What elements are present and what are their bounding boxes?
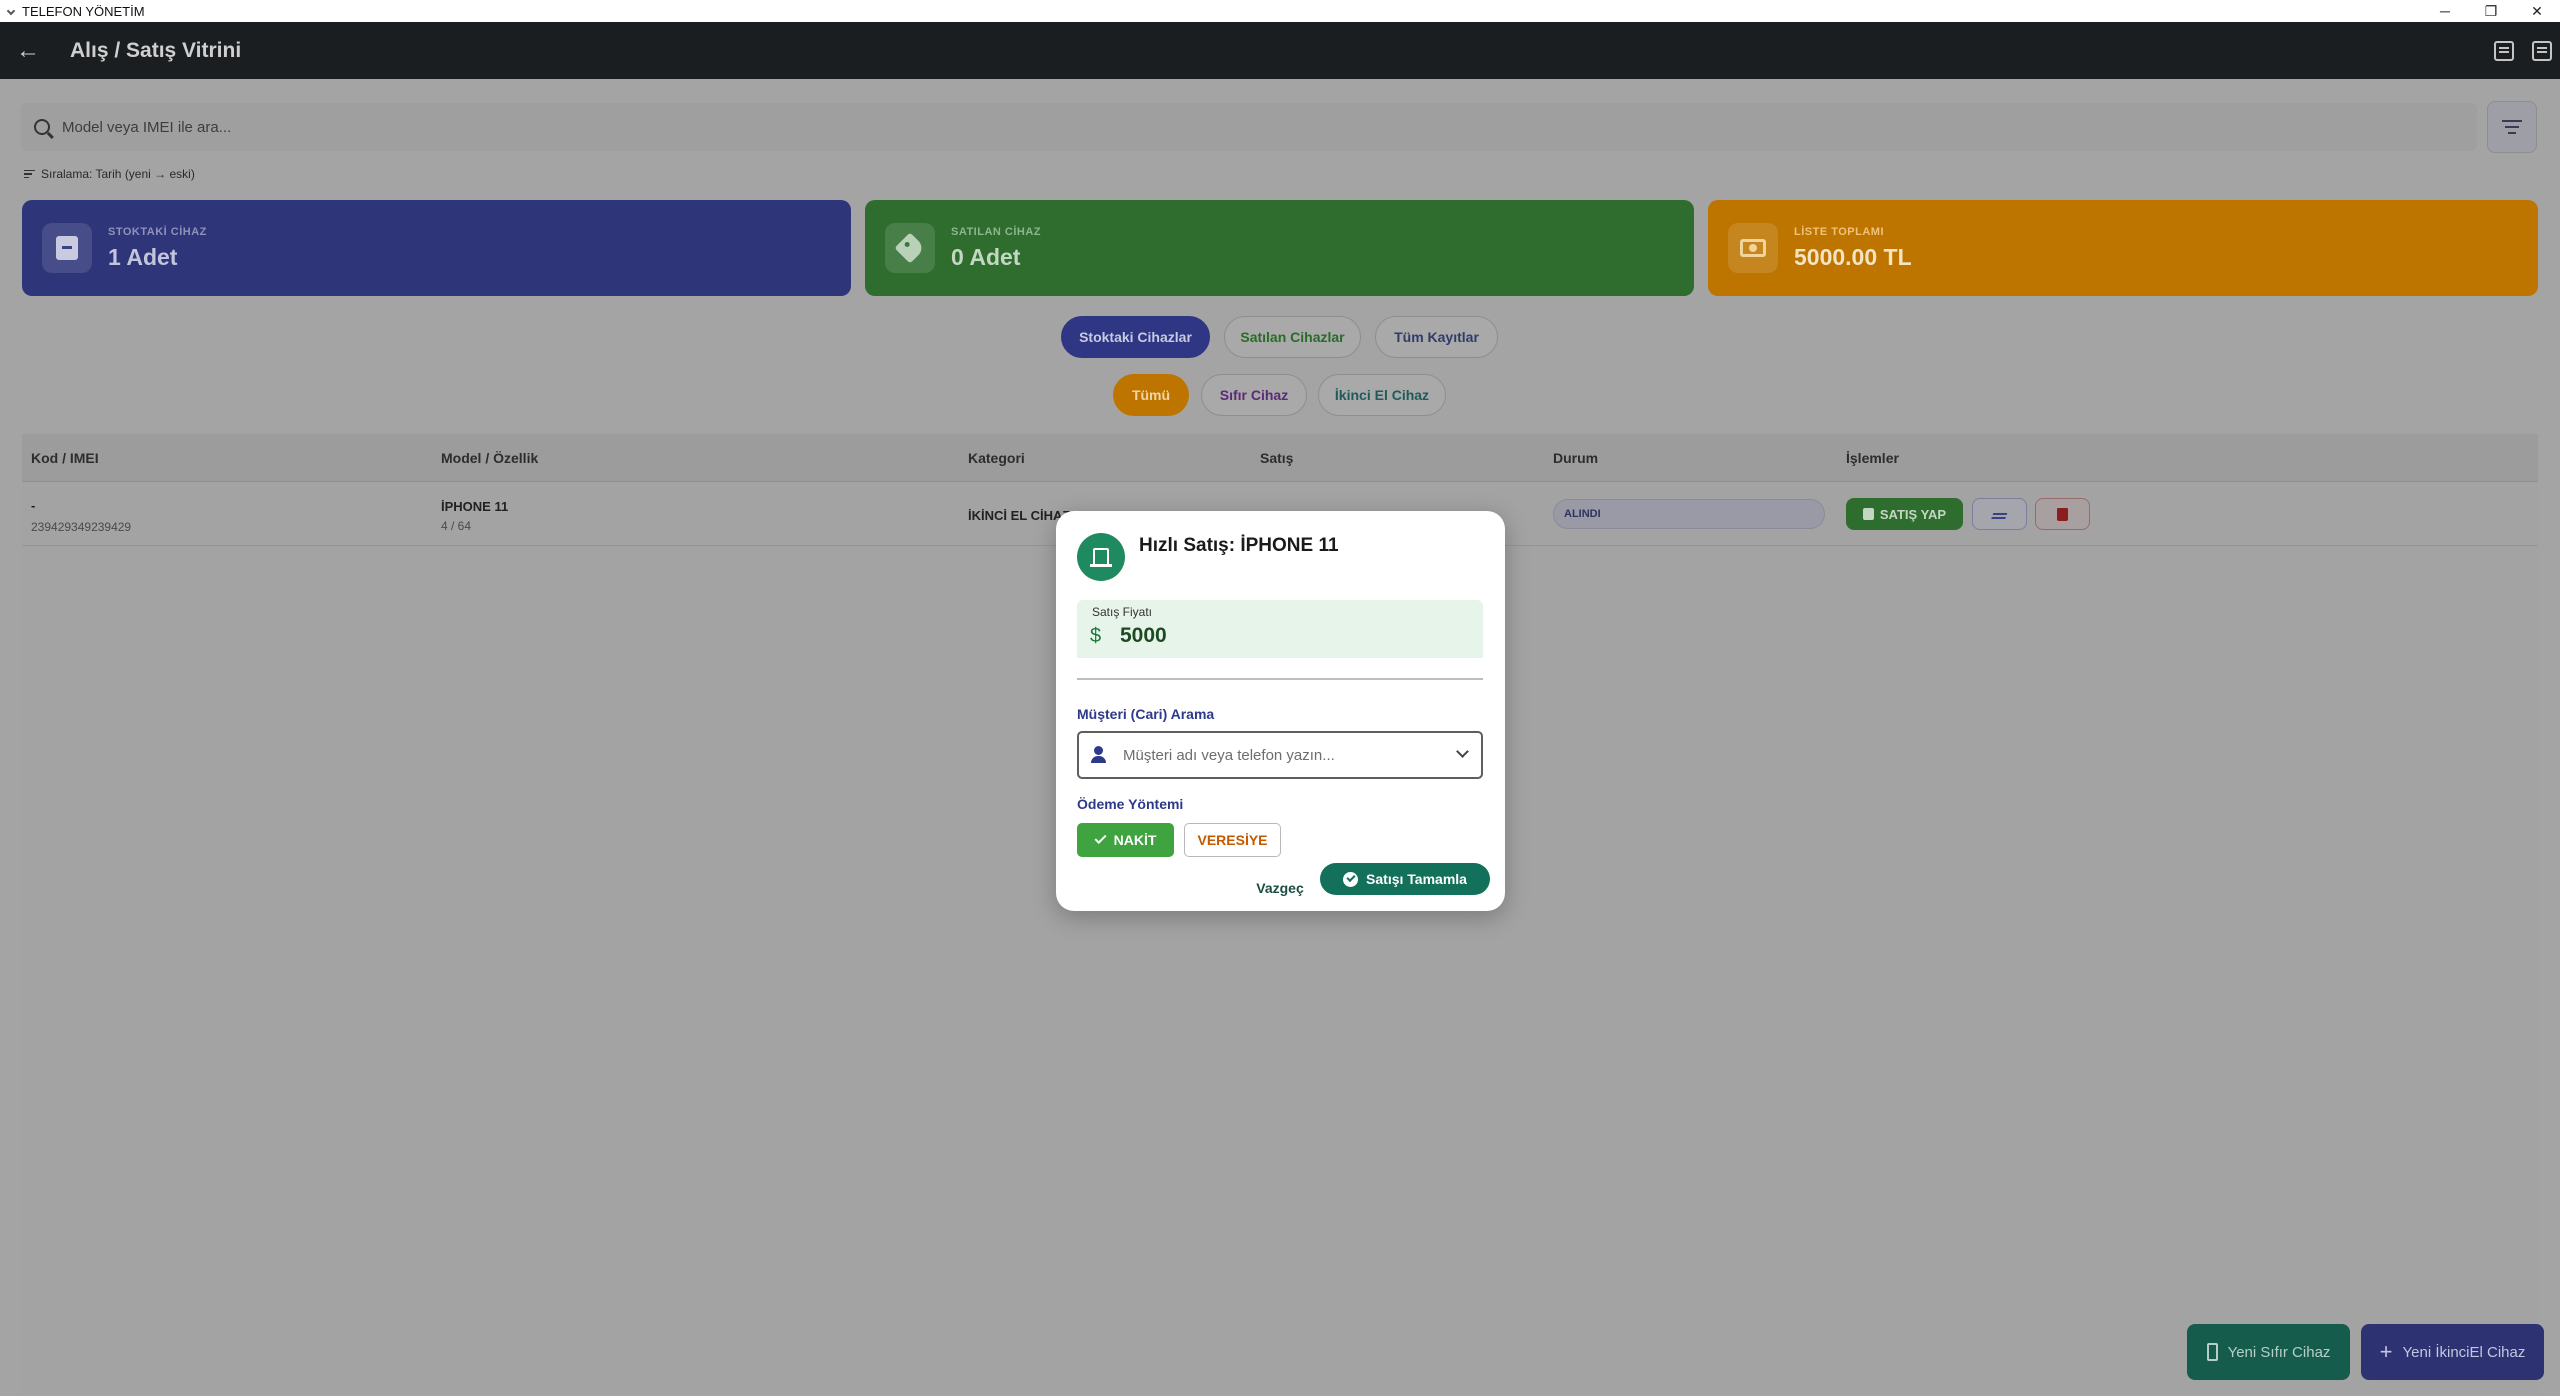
delete-button[interactable] xyxy=(2035,498,2090,530)
complete-sale-button[interactable]: Satışı Tamamla xyxy=(1320,863,1490,895)
edit-icon xyxy=(1992,513,2007,515)
chip-sold-devices[interactable]: Satılan Cihazlar xyxy=(1224,316,1361,358)
stat-label: STOKTAKİ CİHAZ xyxy=(108,225,207,238)
price-label: Satış Fiyatı xyxy=(1092,605,1153,619)
window-controls: ─ ❐ ✕ xyxy=(2422,0,2560,22)
table-header: Kod / IMEI Model / Özellik Kategori Satı… xyxy=(22,434,2538,482)
price-field[interactable]: Satış Fiyatı $ 5000 xyxy=(1077,600,1483,658)
appbar-actions xyxy=(2494,22,2552,79)
plus-icon: + xyxy=(2379,1339,2393,1364)
sort-info-text: Sıralama: Tarih (yeni → eski) xyxy=(41,167,195,181)
stat-label: SATILAN CİHAZ xyxy=(951,225,1042,238)
stat-value: 5000.00 TL xyxy=(1794,243,1912,270)
archive-icon xyxy=(56,236,78,260)
register-icon xyxy=(1077,533,1125,581)
register-icon xyxy=(1862,508,1874,520)
trash-icon xyxy=(2057,507,2068,521)
customer-label: Müşteri (Cari) Arama xyxy=(1077,706,1215,722)
check-icon xyxy=(1094,831,1107,845)
sort-icon xyxy=(2502,120,2522,122)
device-imei: 239429349239429 xyxy=(31,520,132,534)
window-title: TELEFON YÖNETİM xyxy=(22,3,145,19)
divider xyxy=(1077,678,1483,680)
device-code: - xyxy=(31,498,36,513)
dollar-icon: $ xyxy=(1090,625,1102,647)
new-zero-device-button[interactable]: Yeni Sıfır Cihaz xyxy=(2187,1324,2350,1380)
image-icon[interactable] xyxy=(2494,40,2514,61)
payment-cash-label: NAKİT xyxy=(1113,832,1157,848)
sell-button[interactable]: SATIŞ YAP xyxy=(1846,498,1963,530)
table-icon[interactable] xyxy=(2532,40,2552,61)
chip-all[interactable]: Tümü xyxy=(1113,374,1189,416)
stat-value: 1 Adet xyxy=(108,243,178,270)
column-header: Durum xyxy=(1553,450,1599,466)
device-spec: 4 / 64 xyxy=(441,519,472,533)
chevron-down-icon[interactable] xyxy=(1456,745,1469,758)
quick-sale-dialog: Hızlı Satış: İPHONE 11 Satış Fiyatı $ 50… xyxy=(1056,511,1505,911)
status-badge: ALINDI xyxy=(1553,499,1825,529)
search-icon xyxy=(34,119,50,135)
cash-icon xyxy=(1740,239,1766,257)
payment-cash-button[interactable]: NAKİT xyxy=(1077,823,1174,857)
payment-credit-label: VERESİYE xyxy=(1197,832,1268,848)
customer-search-input[interactable] xyxy=(1123,746,1443,764)
new-second-hand-button[interactable]: + Yeni İkinciEl Cihaz xyxy=(2361,1324,2544,1380)
stat-card-total: LİSTE TOPLAMI 5000.00 TL xyxy=(1708,200,2538,296)
new-zero-device-label: Yeni Sıfır Cihaz xyxy=(2227,1343,2331,1361)
chip-zero-device[interactable]: Sıfır Cihaz xyxy=(1201,374,1307,416)
customer-search-field[interactable] xyxy=(1077,731,1483,779)
restore-button[interactable]: ❐ xyxy=(2468,0,2514,22)
column-header: Model / Özellik xyxy=(441,450,539,466)
os-title-bar: TELEFON YÖNETİM ─ ❐ ✕ xyxy=(0,0,2560,22)
column-header: Kategori xyxy=(968,450,1025,466)
arrow-left-icon: ← xyxy=(16,36,40,64)
cancel-button[interactable]: Vazgeç xyxy=(1236,873,1324,903)
sell-button-label: SATIŞ YAP xyxy=(1879,506,1947,522)
tag-icon xyxy=(894,232,926,264)
app-bar: ← Alış / Satış Vitrini xyxy=(0,22,2560,79)
sort-info: Sıralama: Tarih (yeni → eski) xyxy=(24,167,195,181)
page-title: Alış / Satış Vitrini xyxy=(70,38,242,62)
price-value[interactable]: 5000 xyxy=(1120,624,1167,648)
payment-label: Ödeme Yöntemi xyxy=(1077,796,1184,812)
edit-button[interactable] xyxy=(1972,498,2027,530)
stat-card-sold: SATILAN CİHAZ 0 Adet xyxy=(865,200,1694,296)
device-category: İKİNCİ EL CİHAZ xyxy=(968,508,1071,523)
device-model: İPHONE 11 xyxy=(441,499,509,514)
new-second-hand-label: Yeni İkinciEl Cihaz xyxy=(2402,1343,2526,1361)
stat-value: 0 Adet xyxy=(951,243,1021,270)
chip-stock-devices[interactable]: Stoktaki Cihazlar xyxy=(1061,316,1210,358)
phone-icon xyxy=(2206,1343,2218,1361)
chip-second-hand[interactable]: İkinci El Cihaz xyxy=(1318,374,1446,416)
column-header: Satış xyxy=(1260,450,1294,466)
search-input[interactable] xyxy=(62,118,1062,136)
sort-button[interactable] xyxy=(2487,101,2537,153)
column-header: İşlemler xyxy=(1846,450,1899,466)
column-header: Kod / IMEI xyxy=(31,450,99,466)
stat-card-stock: STOKTAKİ CİHAZ 1 Adet xyxy=(22,200,851,296)
payment-credit-button[interactable]: VERESİYE xyxy=(1184,823,1281,857)
search-bar xyxy=(21,103,2477,151)
stat-label: LİSTE TOPLAMI xyxy=(1794,225,1885,238)
dialog-title: Hızlı Satış: İPHONE 11 xyxy=(1139,535,1339,556)
minimize-button[interactable]: ─ xyxy=(2422,0,2468,22)
complete-sale-label: Satışı Tamamla xyxy=(1366,871,1467,887)
check-circle-icon xyxy=(1343,871,1359,887)
chip-all-records[interactable]: Tüm Kayıtlar xyxy=(1375,316,1498,358)
sort-small-icon xyxy=(24,169,35,179)
person-search-icon xyxy=(1091,746,1111,764)
close-button[interactable]: ✕ xyxy=(2514,0,2560,22)
back-button[interactable]: ← xyxy=(0,22,56,79)
app-icon xyxy=(6,6,16,16)
